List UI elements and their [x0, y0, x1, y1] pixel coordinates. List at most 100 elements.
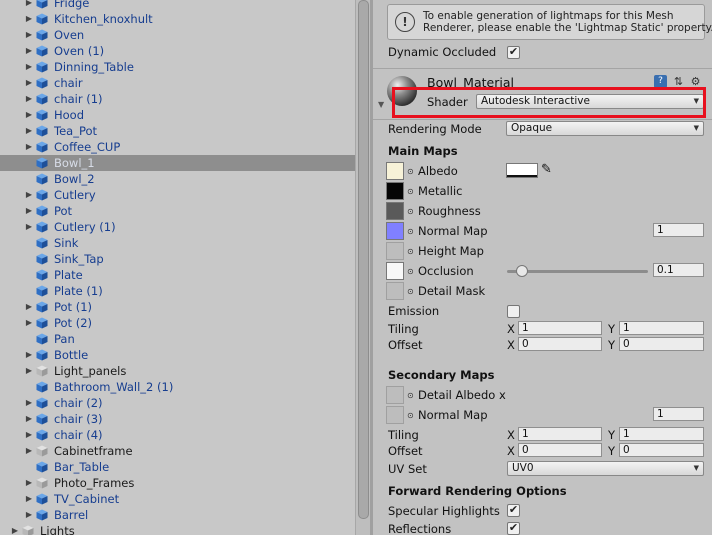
material-foldout-arrow[interactable]: ▼: [378, 100, 384, 109]
texture-picker-icon[interactable]: ⊙: [407, 267, 414, 276]
presets-icon[interactable]: ⇅: [672, 75, 685, 88]
secondary-tiling-y-field[interactable]: 1: [619, 427, 704, 441]
secondary-tiling-x-field[interactable]: 1: [518, 427, 602, 441]
texture-picker-icon[interactable]: ⊙: [407, 247, 414, 256]
expand-arrow-icon[interactable]: ▶: [24, 315, 34, 331]
hierarchy-row[interactable]: ▶ Oven: [0, 27, 355, 43]
detail-mask-texture-slot[interactable]: [386, 282, 404, 300]
hierarchy-row[interactable]: ▶ TV_Cabinet: [0, 491, 355, 507]
expand-arrow-icon[interactable]: ▶: [24, 123, 34, 139]
hierarchy-row[interactable]: ▶ Coffee_CUP: [0, 139, 355, 155]
hierarchy-row[interactable]: ▶ Pot (2): [0, 315, 355, 331]
hierarchy-row[interactable]: Bowl_1: [0, 155, 355, 171]
main-offset-x-field[interactable]: 0: [518, 337, 602, 351]
hierarchy-row[interactable]: ▶ Cutlery: [0, 187, 355, 203]
expand-arrow-icon[interactable]: ▶: [24, 411, 34, 427]
secondary-offset-y-field[interactable]: 0: [619, 443, 704, 457]
expand-arrow-icon[interactable]: ▶: [24, 427, 34, 443]
texture-picker-icon[interactable]: ⊙: [407, 187, 414, 196]
main-offset-y-field[interactable]: 0: [619, 337, 704, 351]
texture-picker-icon[interactable]: ⊙: [407, 227, 414, 236]
expand-arrow-icon[interactable]: ▶: [24, 507, 34, 523]
dynamic-occluded-checkbox[interactable]: ✔: [507, 46, 520, 59]
hierarchy-row[interactable]: ▶ Cabinetframe: [0, 443, 355, 459]
expand-arrow-icon[interactable]: ▶: [24, 219, 34, 235]
hierarchy-row[interactable]: ▶ Lights: [0, 523, 355, 535]
main-tiling-y-field[interactable]: 1: [619, 321, 704, 335]
expand-arrow-icon[interactable]: ▶: [24, 11, 34, 27]
uv-set-dropdown[interactable]: UV0 ▼: [507, 461, 704, 476]
albedo-color-field[interactable]: [506, 163, 538, 178]
texture-picker-icon[interactable]: ⊙: [407, 411, 414, 420]
hierarchy-row[interactable]: Pan: [0, 331, 355, 347]
expand-arrow-icon[interactable]: ▶: [24, 91, 34, 107]
texture-picker-icon[interactable]: ⊙: [407, 391, 414, 400]
gear-icon[interactable]: ⚙: [689, 75, 702, 88]
occlusion-slider-track[interactable]: [507, 270, 648, 273]
secondary-normal-map-scale-field[interactable]: 1: [653, 407, 704, 421]
hierarchy-row[interactable]: Plate (1): [0, 283, 355, 299]
eyedropper-icon[interactable]: ✎: [541, 162, 552, 177]
texture-picker-icon[interactable]: ⊙: [407, 207, 414, 216]
main-tiling-x-field[interactable]: 1: [518, 321, 602, 335]
expand-arrow-icon[interactable]: ▶: [24, 395, 34, 411]
roughness-texture-slot[interactable]: [386, 202, 404, 220]
hierarchy-row[interactable]: ▶ Cutlery (1): [0, 219, 355, 235]
hierarchy-row[interactable]: Sink_Tap: [0, 251, 355, 267]
detail-albedo-texture-slot[interactable]: [386, 386, 404, 404]
occlusion-slider-knob[interactable]: [516, 265, 529, 277]
secondary-normal-map-texture-slot[interactable]: [386, 406, 404, 424]
hierarchy-row[interactable]: Bathroom_Wall_2 (1): [0, 379, 355, 395]
expand-arrow-icon[interactable]: ▶: [24, 491, 34, 507]
expand-arrow-icon[interactable]: ▶: [24, 43, 34, 59]
hierarchy-row[interactable]: ▶ Oven (1): [0, 43, 355, 59]
normal-map-scale-field[interactable]: 1: [653, 223, 704, 237]
emission-checkbox[interactable]: [507, 305, 520, 318]
hierarchy-row[interactable]: ▶ Pot: [0, 203, 355, 219]
shader-dropdown[interactable]: Autodesk Interactive ▼: [476, 94, 704, 109]
help-book-icon[interactable]: ?: [654, 75, 667, 88]
expand-arrow-icon[interactable]: ▶: [24, 299, 34, 315]
hierarchy-row[interactable]: Bar_Table: [0, 459, 355, 475]
expand-arrow-icon[interactable]: ▶: [24, 363, 34, 379]
occlusion-strength-field[interactable]: 0.1: [653, 263, 704, 277]
expand-arrow-icon[interactable]: ▶: [24, 347, 34, 363]
hierarchy-row[interactable]: ▶ chair: [0, 75, 355, 91]
hierarchy-row[interactable]: ▶ Light_panels: [0, 363, 355, 379]
secondary-offset-x-field[interactable]: 0: [518, 443, 602, 457]
expand-arrow-icon[interactable]: ▶: [24, 107, 34, 123]
hierarchy-scrollbar[interactable]: [355, 0, 370, 535]
expand-arrow-icon[interactable]: ▶: [24, 75, 34, 91]
specular-highlights-checkbox[interactable]: ✔: [507, 504, 520, 517]
hierarchy-row[interactable]: ▶ Fridge: [0, 0, 355, 11]
texture-picker-icon[interactable]: ⊙: [407, 287, 414, 296]
expand-arrow-icon[interactable]: ▶: [24, 187, 34, 203]
hierarchy-row[interactable]: Bowl_2: [0, 171, 355, 187]
expand-arrow-icon[interactable]: ▶: [24, 203, 34, 219]
reflections-checkbox[interactable]: ✔: [507, 522, 520, 535]
expand-arrow-icon[interactable]: ▶: [24, 27, 34, 43]
occlusion-texture-slot[interactable]: [386, 262, 404, 280]
hierarchy-row[interactable]: Plate: [0, 267, 355, 283]
hierarchy-row[interactable]: ▶ Hood: [0, 107, 355, 123]
hierarchy-row[interactable]: ▶ Bottle: [0, 347, 355, 363]
hierarchy-row[interactable]: ▶ chair (3): [0, 411, 355, 427]
normal-map-texture-slot[interactable]: [386, 222, 404, 240]
expand-arrow-icon[interactable]: ▶: [24, 443, 34, 459]
albedo-texture-slot[interactable]: [386, 162, 404, 180]
expand-arrow-icon[interactable]: ▶: [24, 475, 34, 491]
hierarchy-row[interactable]: ▶ chair (1): [0, 91, 355, 107]
hierarchy-row[interactable]: ▶ Photo_Frames: [0, 475, 355, 491]
texture-picker-icon[interactable]: ⊙: [407, 167, 414, 176]
hierarchy-row[interactable]: ▶ Barrel: [0, 507, 355, 523]
hierarchy-row[interactable]: ▶ chair (2): [0, 395, 355, 411]
expand-arrow-icon[interactable]: ▶: [24, 139, 34, 155]
metallic-texture-slot[interactable]: [386, 182, 404, 200]
hierarchy-row[interactable]: ▶ Kitchen_knoxhult: [0, 11, 355, 27]
height-map-texture-slot[interactable]: [386, 242, 404, 260]
expand-arrow-icon[interactable]: ▶: [10, 523, 20, 535]
expand-arrow-icon[interactable]: ▶: [24, 59, 34, 75]
hierarchy-row[interactable]: Sink: [0, 235, 355, 251]
hierarchy-row[interactable]: ▶ chair (4): [0, 427, 355, 443]
hierarchy-row[interactable]: ▶ Pot (1): [0, 299, 355, 315]
